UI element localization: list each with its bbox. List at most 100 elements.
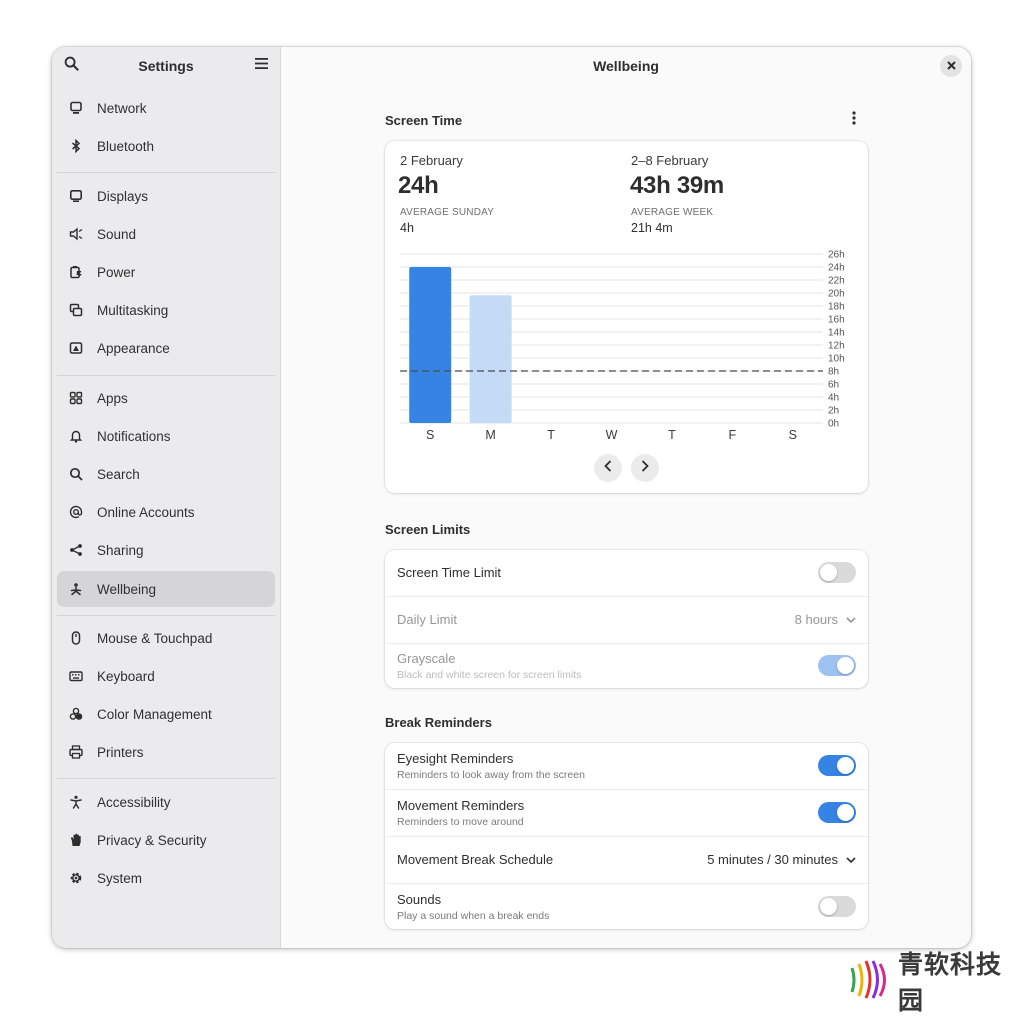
- sounds-label: Sounds: [397, 892, 442, 907]
- sidebar-item-label: Accessibility: [97, 794, 171, 810]
- sidebar-item-label: Search: [97, 466, 140, 482]
- page-title: Wellbeing: [593, 58, 659, 74]
- chevron-right-icon: [641, 459, 649, 477]
- day-date: 2 February: [400, 153, 463, 168]
- day-average-caption: AVERAGE SUNDAY: [400, 207, 495, 218]
- sidebar-item-apps[interactable]: Apps: [57, 380, 275, 416]
- x-tick-label: S: [789, 428, 797, 442]
- eyesight-reminders-row[interactable]: Eyesight Reminders Reminders to look awa…: [385, 743, 868, 789]
- grayscale-subtitle: Black and white screen for screen limits: [397, 669, 582, 681]
- sidebar-title: Settings: [138, 58, 194, 74]
- screen-limits-heading: Screen Limits: [385, 522, 471, 537]
- sidebar-item-label: Sharing: [97, 542, 144, 558]
- color-icon: [68, 706, 84, 722]
- y-tick-label: 18h: [828, 302, 845, 313]
- y-tick-label: 22h: [828, 276, 845, 287]
- x-tick-label: T: [668, 428, 676, 442]
- x-tick-label: T: [547, 428, 555, 442]
- sidebar-item-label: Displays: [97, 188, 149, 204]
- y-tick-label: 16h: [828, 315, 845, 326]
- chevron-left-icon: [604, 459, 612, 477]
- eyesight-reminders-switch[interactable]: [818, 755, 856, 776]
- sidebar-item-label: Printers: [97, 744, 144, 760]
- sidebar-item-bluetooth[interactable]: Bluetooth: [57, 128, 275, 164]
- sidebar-item-online-accounts[interactable]: Online Accounts: [57, 494, 275, 530]
- previous-week-button[interactable]: [594, 454, 622, 482]
- movement-break-schedule-row[interactable]: Movement Break Schedule 5 minutes / 30 m…: [385, 837, 868, 883]
- watermark-logo-icon: [848, 958, 892, 1005]
- sidebar-item-label: Notifications: [97, 428, 171, 444]
- screen-time-menu-button[interactable]: [844, 110, 864, 130]
- switch-knob: [820, 898, 837, 915]
- sidebar-item-search[interactable]: Search: [57, 456, 275, 492]
- sidebar-item-printers[interactable]: Printers: [57, 734, 275, 770]
- sidebar-item-power[interactable]: Power: [57, 254, 275, 290]
- sidebar-item-label: Keyboard: [97, 668, 155, 684]
- chevron-down-icon: [838, 612, 856, 627]
- x-tick-label: S: [426, 428, 434, 442]
- close-button[interactable]: [940, 55, 962, 77]
- switch-knob: [837, 804, 854, 821]
- movement-break-schedule-label: Movement Break Schedule: [397, 852, 554, 867]
- eyesight-reminders-subtitle: Reminders to look away from the screen: [397, 769, 585, 781]
- chevron-down-icon: [838, 852, 856, 867]
- bell-icon: [68, 428, 84, 444]
- sidebar: Settings Network Bluetooth Displays Soun…: [52, 47, 281, 948]
- sidebar-item-network[interactable]: Network: [57, 90, 275, 126]
- hamburger-icon: [254, 57, 269, 75]
- sounds-row[interactable]: Sounds Play a sound when a break ends: [385, 884, 868, 929]
- movement-reminders-row[interactable]: Movement Reminders Reminders to move aro…: [385, 790, 868, 836]
- sidebar-item-sharing[interactable]: Sharing: [57, 532, 275, 568]
- main-menu-button[interactable]: [250, 55, 272, 77]
- week-average-value: 21h 4m: [631, 221, 673, 235]
- sidebar-item-label: Wellbeing: [97, 581, 157, 597]
- multitasking-icon: [68, 302, 84, 318]
- switch-knob: [837, 757, 854, 774]
- movement-break-schedule-dropdown[interactable]: 5 minutes / 30 minutes: [707, 852, 856, 867]
- break-reminders-heading: Break Reminders: [385, 715, 492, 730]
- week-date: 2–8 February: [631, 153, 709, 168]
- sounds-switch[interactable]: [818, 896, 856, 917]
- next-week-button[interactable]: [631, 454, 659, 482]
- sidebar-item-label: Color Management: [97, 706, 212, 722]
- sidebar-item-keyboard[interactable]: Keyboard: [57, 658, 275, 694]
- screen-time-heading: Screen Time: [385, 113, 463, 128]
- grayscale-switch[interactable]: [818, 655, 856, 676]
- daily-limit-row[interactable]: Daily Limit 8 hours: [385, 597, 868, 643]
- keyboard-icon: [68, 668, 84, 684]
- daily-limit-dropdown[interactable]: 8 hours: [795, 612, 856, 627]
- x-tick-label: F: [729, 428, 737, 442]
- daily-limit-label: Daily Limit: [397, 612, 457, 627]
- sidebar-item-sound[interactable]: Sound: [57, 216, 275, 252]
- screen-time-limit-switch[interactable]: [818, 562, 856, 583]
- more-vertical-icon: [852, 110, 856, 130]
- y-tick-label: 26h: [828, 250, 845, 261]
- sidebar-item-accessibility[interactable]: Accessibility: [57, 784, 275, 820]
- grayscale-row[interactable]: Grayscale Black and white screen for scr…: [385, 644, 868, 688]
- sidebar-separator: [57, 615, 275, 616]
- sidebar-item-wellbeing[interactable]: Wellbeing: [57, 571, 275, 607]
- sidebar-item-system[interactable]: System: [57, 860, 275, 896]
- usage-bar-chart: 0h 2h 4h 6h 8h 10h 12h 14h 16h 18h 20h 22h 24h 26h S M T…: [400, 250, 845, 442]
- y-tick-label: 20h: [828, 289, 845, 300]
- network-icon: [68, 100, 84, 116]
- sidebar-item-color-management[interactable]: Color Management: [57, 696, 275, 732]
- sidebar-item-mouse-touchpad[interactable]: Mouse & Touchpad: [57, 620, 275, 656]
- sidebar-item-notifications[interactable]: Notifications: [57, 418, 275, 454]
- watermark-text: 青软科技园: [898, 951, 1003, 1015]
- sidebar-separator: [57, 375, 275, 376]
- eyesight-reminders-label: Eyesight Reminders: [397, 751, 514, 766]
- sidebar-item-displays[interactable]: Displays: [57, 178, 275, 214]
- screen-time-limit-row[interactable]: Screen Time Limit: [385, 550, 868, 596]
- break-reminders-card: Eyesight Reminders Reminders to look awa…: [385, 743, 868, 929]
- close-icon: [946, 57, 956, 75]
- movement-break-schedule-value: 5 minutes / 30 minutes: [707, 852, 838, 867]
- movement-reminders-label: Movement Reminders: [397, 798, 525, 813]
- accessibility-icon: [68, 794, 84, 810]
- sidebar-item-privacy-security[interactable]: Privacy & Security: [57, 822, 275, 858]
- sidebar-item-appearance[interactable]: Appearance: [57, 330, 275, 366]
- at-icon: [68, 504, 84, 520]
- sidebar-item-multitasking[interactable]: Multitasking: [57, 292, 275, 328]
- movement-reminders-switch[interactable]: [818, 802, 856, 823]
- movement-reminders-subtitle: Reminders to move around: [397, 816, 524, 828]
